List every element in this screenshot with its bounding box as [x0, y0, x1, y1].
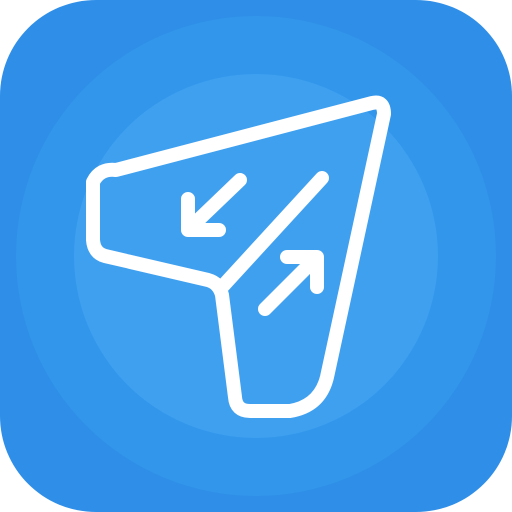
app-icon-graphic	[0, 0, 512, 512]
app-icon	[0, 0, 512, 512]
